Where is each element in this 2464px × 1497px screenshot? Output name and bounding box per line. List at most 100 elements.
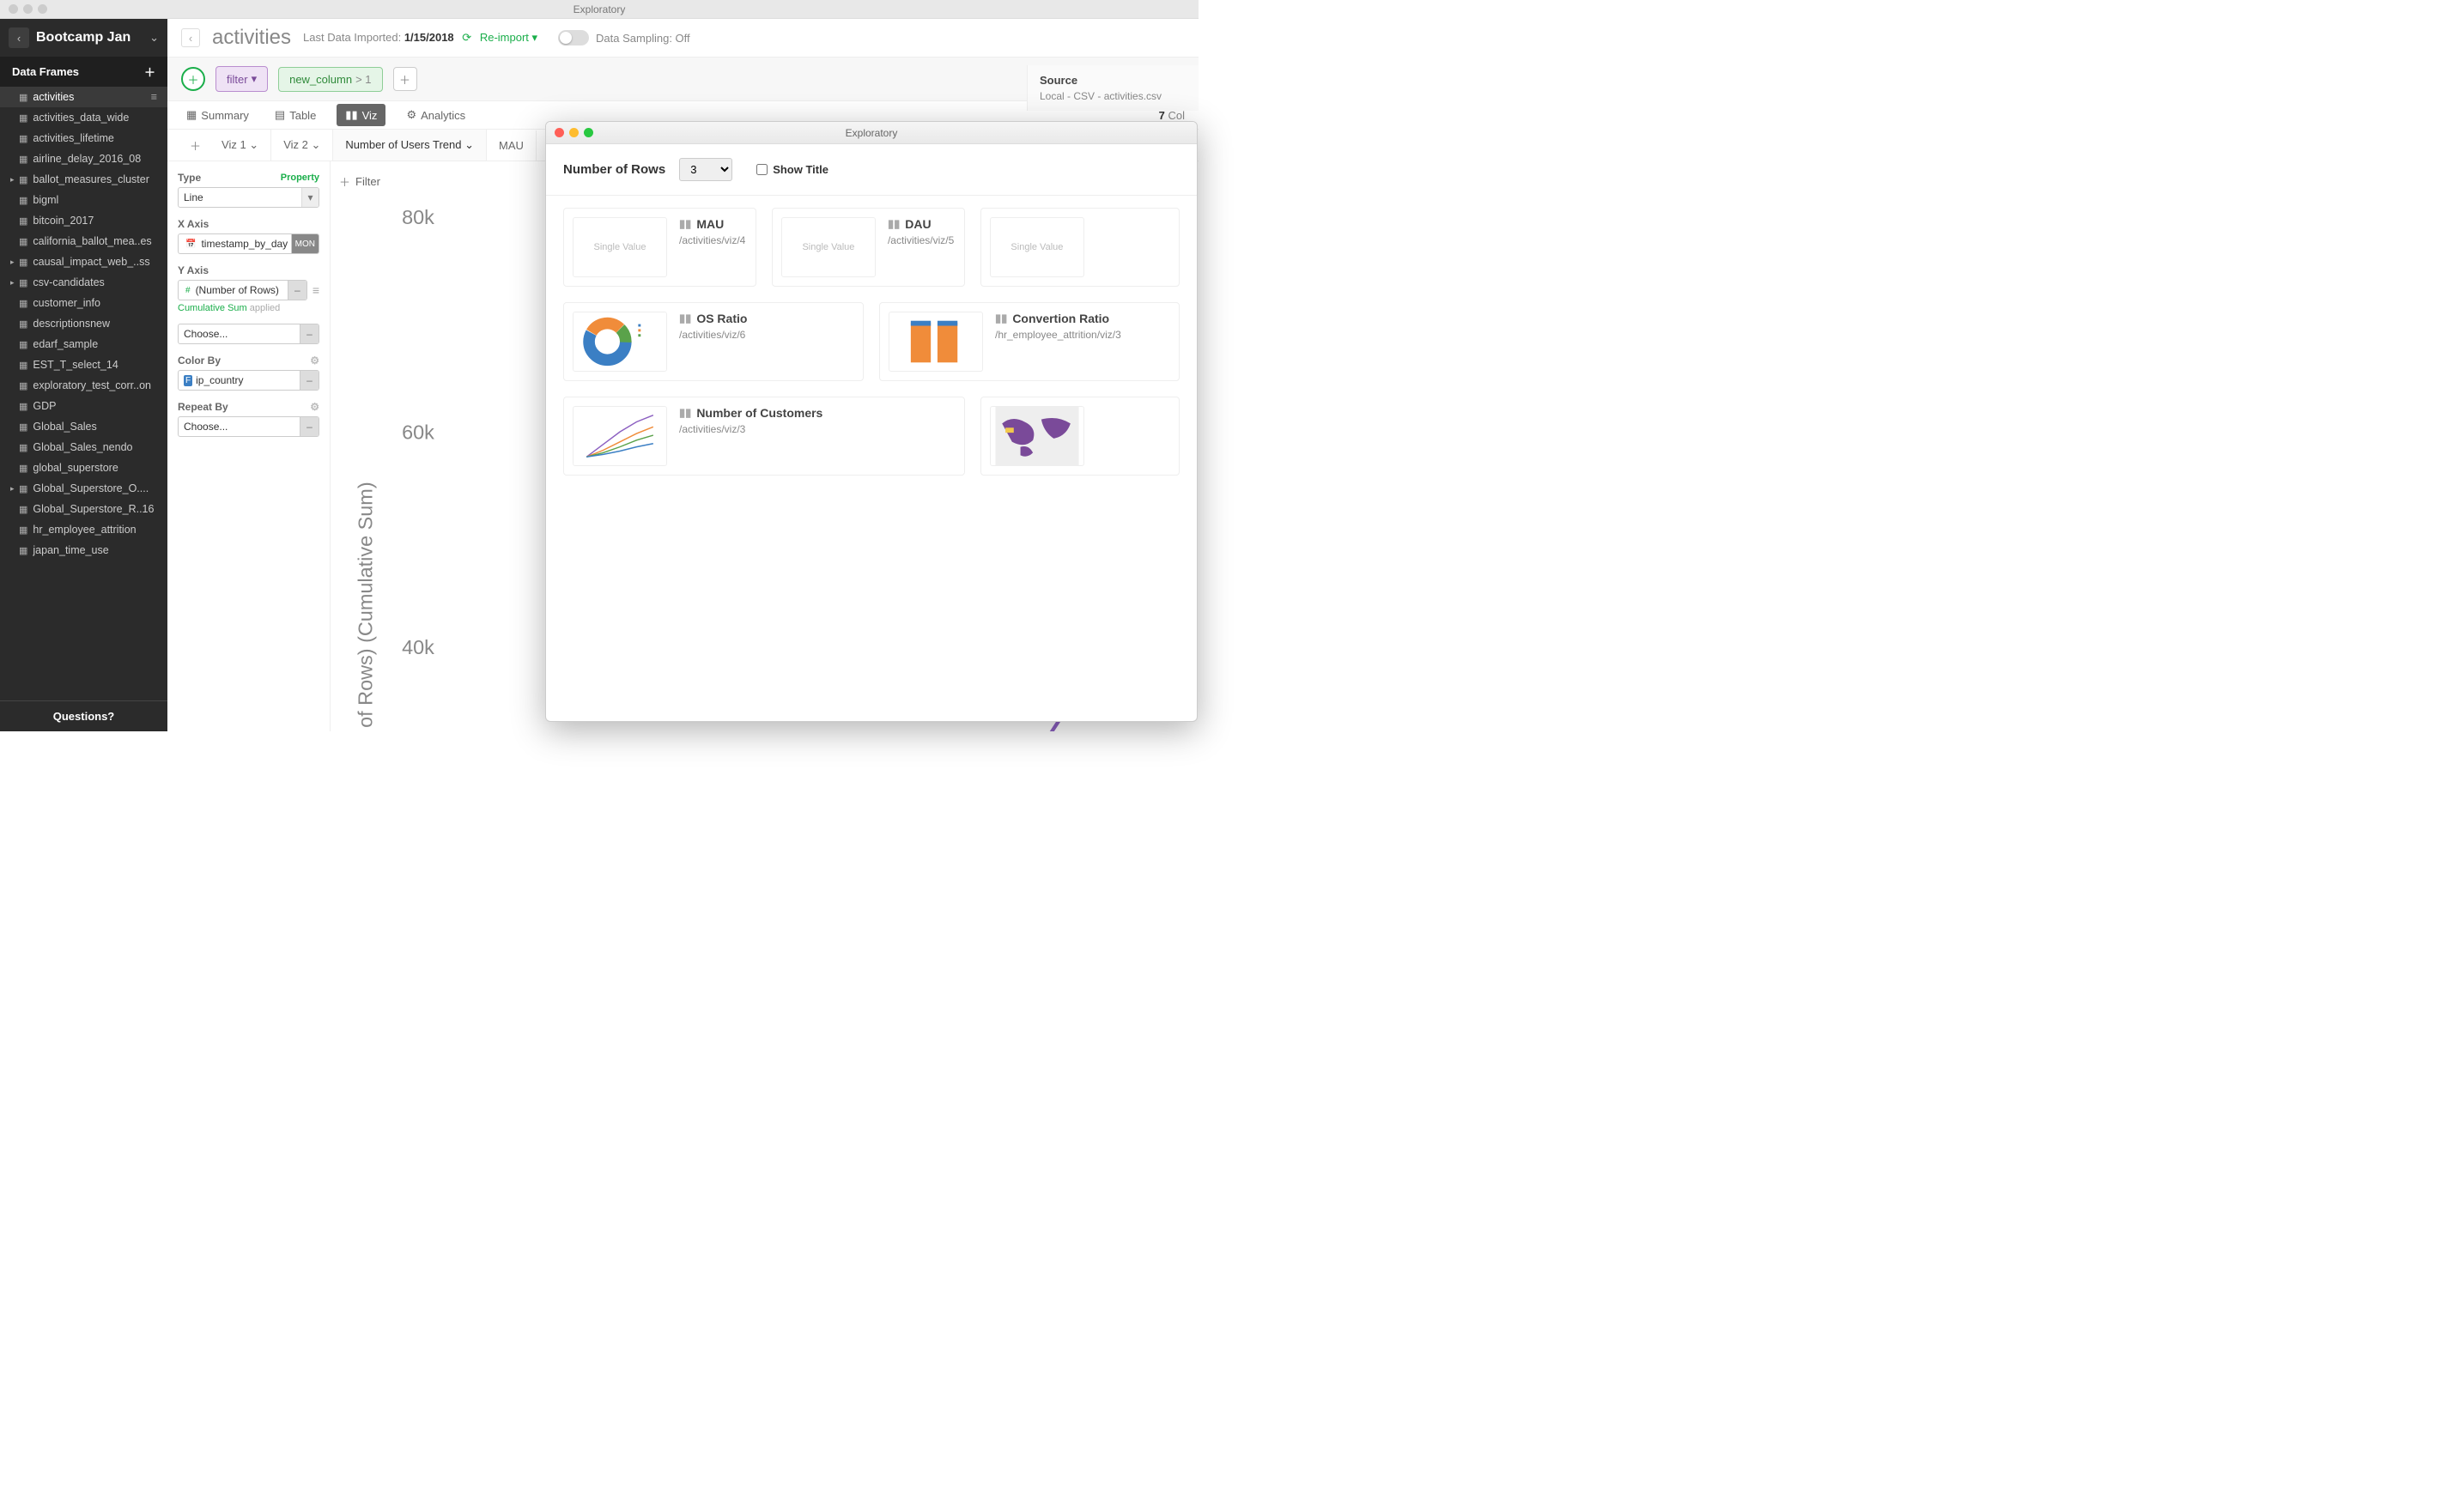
sidebar-item-airline-delay-2016-08[interactable]: ▦airline_delay_2016_08 <box>0 148 167 169</box>
rows-select[interactable]: 3 <box>679 158 732 181</box>
table-icon: ▦ <box>19 421 27 433</box>
dataframe-name: ballot_measures_cluster <box>33 173 149 185</box>
sidebar-item-descriptionsnew[interactable]: ▦descriptionsnew <box>0 313 167 334</box>
rows-label: Number of Rows <box>563 162 665 177</box>
sidebar-item-california-ballot-mea--es[interactable]: ▦california_ballot_mea..es <box>0 231 167 252</box>
tab-analytics[interactable]: ⚙Analytics <box>401 101 470 129</box>
viz-card-extra-1[interactable]: Single Value <box>980 208 1180 287</box>
viz-tab-mau[interactable]: MAU <box>487 130 537 161</box>
dataframe-name: Global_Sales <box>33 421 96 433</box>
viz-card-mau[interactable]: Single Value ▮▮MAU/activities/viz/4 <box>563 208 756 287</box>
viz-tab-2[interactable]: Viz 2 ⌄ <box>271 130 333 161</box>
sidebar-item-global-superstore[interactable]: ▦global_superstore <box>0 458 167 478</box>
project-dropdown-button[interactable]: ⌄ <box>149 31 159 45</box>
sidebar-item-causal-impact-web---ss[interactable]: ▸▦causal_impact_web_..ss <box>0 252 167 272</box>
sidebar-item-bitcoin-2017[interactable]: ▦bitcoin_2017 <box>0 210 167 231</box>
sidebar-item-global-superstore-r--16[interactable]: ▦Global_Superstore_R..16 <box>0 499 167 519</box>
sidebar-item-global-sales-nendo[interactable]: ▦ Global_Sales_nendo <box>0 437 167 458</box>
sidebar-item-global-sales[interactable]: ▦ Global_Sales <box>0 416 167 437</box>
dataframe-name: Global_Superstore_O.... <box>33 482 149 494</box>
add-viz-button[interactable]: ＋ <box>181 130 209 161</box>
bar-chart-icon: ▮▮ <box>888 217 900 231</box>
yaxis-dropdown[interactable]: #(Number of Rows)– <box>178 280 307 300</box>
sidebar-item-hr-employee-attrition[interactable]: ▦hr_employee_attrition <box>0 519 167 540</box>
questions-button[interactable]: Questions? <box>0 700 167 731</box>
colorby-gear-icon[interactable]: ⚙ <box>310 355 319 367</box>
filter-step[interactable]: filter ▾ <box>215 66 268 92</box>
table-icon: ▦ <box>19 442 27 453</box>
yaxis-add-dropdown[interactable]: Choose...– <box>178 324 319 344</box>
sidebar-item-csv-candidates[interactable]: ▸▦csv-candidates <box>0 272 167 293</box>
sidebar-item-global-superstore-o----[interactable]: ▸▦Global_Superstore_O.... <box>0 478 167 499</box>
viz-card-osratio[interactable]: ▮▮OS Ratio/activities/viz/6 <box>563 302 864 381</box>
sidebar-item-bigml[interactable]: ▦bigml <box>0 190 167 210</box>
table-icon: ▦ <box>19 154 27 165</box>
yaxis-menu-icon[interactable]: ≡ <box>313 283 319 297</box>
table-icon: ▦ <box>19 360 27 371</box>
dataframe-name: Global_Sales_nendo <box>33 441 132 453</box>
multiline-thumb <box>573 406 667 466</box>
source-title: Source <box>1040 74 1186 87</box>
back-button[interactable]: ‹ <box>181 28 200 47</box>
viz-card-title: Number of Customers <box>696 406 822 420</box>
table-icon: ▦ <box>19 318 27 330</box>
pipeline-start-button[interactable]: ＋ <box>181 67 205 91</box>
sidebar-item-edarf-sample[interactable]: ▦edarf_sample <box>0 334 167 355</box>
map-thumb <box>990 406 1084 466</box>
sidebar-item-gdp[interactable]: ▦GDP <box>0 396 167 416</box>
viz-card-convertion[interactable]: ▮▮Convertion Ratio/hr_employee_attrition… <box>879 302 1180 381</box>
table-icon: ▦ <box>19 504 27 515</box>
viz-card-title: MAU <box>696 217 724 231</box>
project-back-button[interactable]: ‹ <box>9 27 29 48</box>
viz-tab-active[interactable]: Number of Users Trend ⌄ <box>333 130 487 161</box>
new-column-step[interactable]: new_column > 1 <box>278 67 382 92</box>
tab-summary[interactable]: ▦Summary <box>181 101 254 129</box>
xaxis-dropdown[interactable]: 📅timestamp_by_dayMON <box>178 233 319 254</box>
viz-card-path: /activities/viz/5 <box>888 234 954 246</box>
show-title-checkbox[interactable] <box>756 164 768 175</box>
add-filter-button[interactable]: ＋ <box>339 173 350 190</box>
sidebar-item-activities-data-wide[interactable]: ▦activities_data_wide <box>0 107 167 128</box>
add-dataframe-button[interactable]: ＋ <box>144 64 155 80</box>
table-icon: ▦ <box>19 545 27 556</box>
dataframe-name: japan_time_use <box>33 544 108 556</box>
table-icon: ▦ <box>19 339 27 350</box>
stacked-bar-thumb <box>889 312 983 372</box>
sidebar-item-exploratory-test-corr--on[interactable]: ▦exploratory_test_corr..on <box>0 375 167 396</box>
dataframe-list: ▦activities≡▦activities_data_wide▦activi… <box>0 87 167 700</box>
popup-title: Exploratory <box>546 127 1197 139</box>
repeatby-gear-icon[interactable]: ⚙ <box>310 401 319 413</box>
expand-icon: ▸ <box>10 258 19 267</box>
xaxis-label: X Axis <box>178 218 209 230</box>
hamburger-icon[interactable]: ≡ <box>151 91 157 103</box>
sidebar-item-japan-time-use[interactable]: ▦ japan_time_use <box>0 540 167 561</box>
reimport-button[interactable]: Re-import ▾ <box>480 31 537 44</box>
sidebar-item-activities-lifetime[interactable]: ▦activities_lifetime <box>0 128 167 148</box>
number-icon: # <box>184 285 192 296</box>
property-link[interactable]: Property <box>281 173 319 183</box>
add-step-button[interactable]: ＋ <box>393 67 417 91</box>
viz-tab-1[interactable]: Viz 1 ⌄ <box>209 130 271 161</box>
colorby-dropdown[interactable]: Fip_country– <box>178 370 319 391</box>
viz-card-title: OS Ratio <box>696 312 747 325</box>
viz-card-map[interactable] <box>980 397 1180 476</box>
tab-viz[interactable]: ▮▮Viz <box>337 104 385 126</box>
single-value-thumb: Single Value <box>990 217 1084 277</box>
repeatby-dropdown[interactable]: Choose...– <box>178 416 319 437</box>
colorby-label: Color By <box>178 355 221 367</box>
tab-table[interactable]: ▤Table <box>270 101 321 129</box>
sidebar-item-est-t-select-14[interactable]: ▦EST_T_select_14 <box>0 355 167 375</box>
sidebar-item-customer-info[interactable]: ▦customer_info <box>0 293 167 313</box>
viz-card-numcustomers[interactable]: ▮▮Number of Customers/activities/viz/3 <box>563 397 965 476</box>
sampling-toggle[interactable] <box>558 30 589 45</box>
chart-type-dropdown[interactable]: Line▾ <box>178 187 319 208</box>
sidebar-item-ballot-measures-cluster[interactable]: ▸▦ballot_measures_cluster <box>0 169 167 190</box>
app-titlebar: Exploratory <box>0 0 1199 19</box>
svg-text:60k: 60k <box>402 421 434 443</box>
sidebar-item-activities[interactable]: ▦activities≡ <box>0 87 167 107</box>
summary-icon: ▦ <box>186 108 197 122</box>
svg-text:40k: 40k <box>402 636 434 658</box>
table-icon: ▦ <box>19 133 27 144</box>
viz-card-path: /activities/viz/6 <box>679 329 747 341</box>
viz-card-dau[interactable]: Single Value ▮▮DAU/activities/viz/5 <box>772 208 965 287</box>
